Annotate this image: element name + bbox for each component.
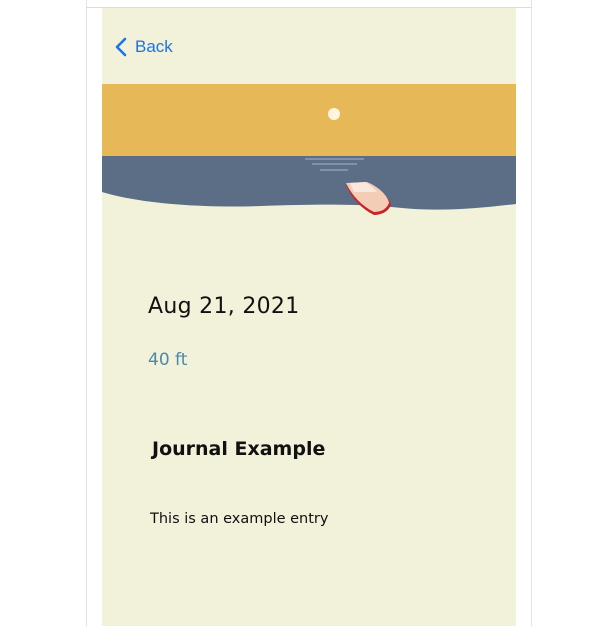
entry-body: This is an example entry bbox=[150, 511, 329, 527]
back-button-label: Back bbox=[135, 37, 173, 56]
chevron-left-icon bbox=[115, 37, 127, 57]
entry-depth: 40 ft bbox=[148, 350, 188, 370]
back-button[interactable]: Back bbox=[113, 35, 173, 59]
journal-entry-screen: Back Aug 21, 2021 40 ft Journal Example … bbox=[102, 8, 516, 626]
banner-sun bbox=[328, 108, 340, 120]
entry-date: Aug 21, 2021 bbox=[148, 294, 300, 319]
entry-title: Journal Example bbox=[152, 438, 326, 460]
banner-sky bbox=[102, 84, 516, 157]
beach-boat-illustration bbox=[102, 84, 516, 219]
